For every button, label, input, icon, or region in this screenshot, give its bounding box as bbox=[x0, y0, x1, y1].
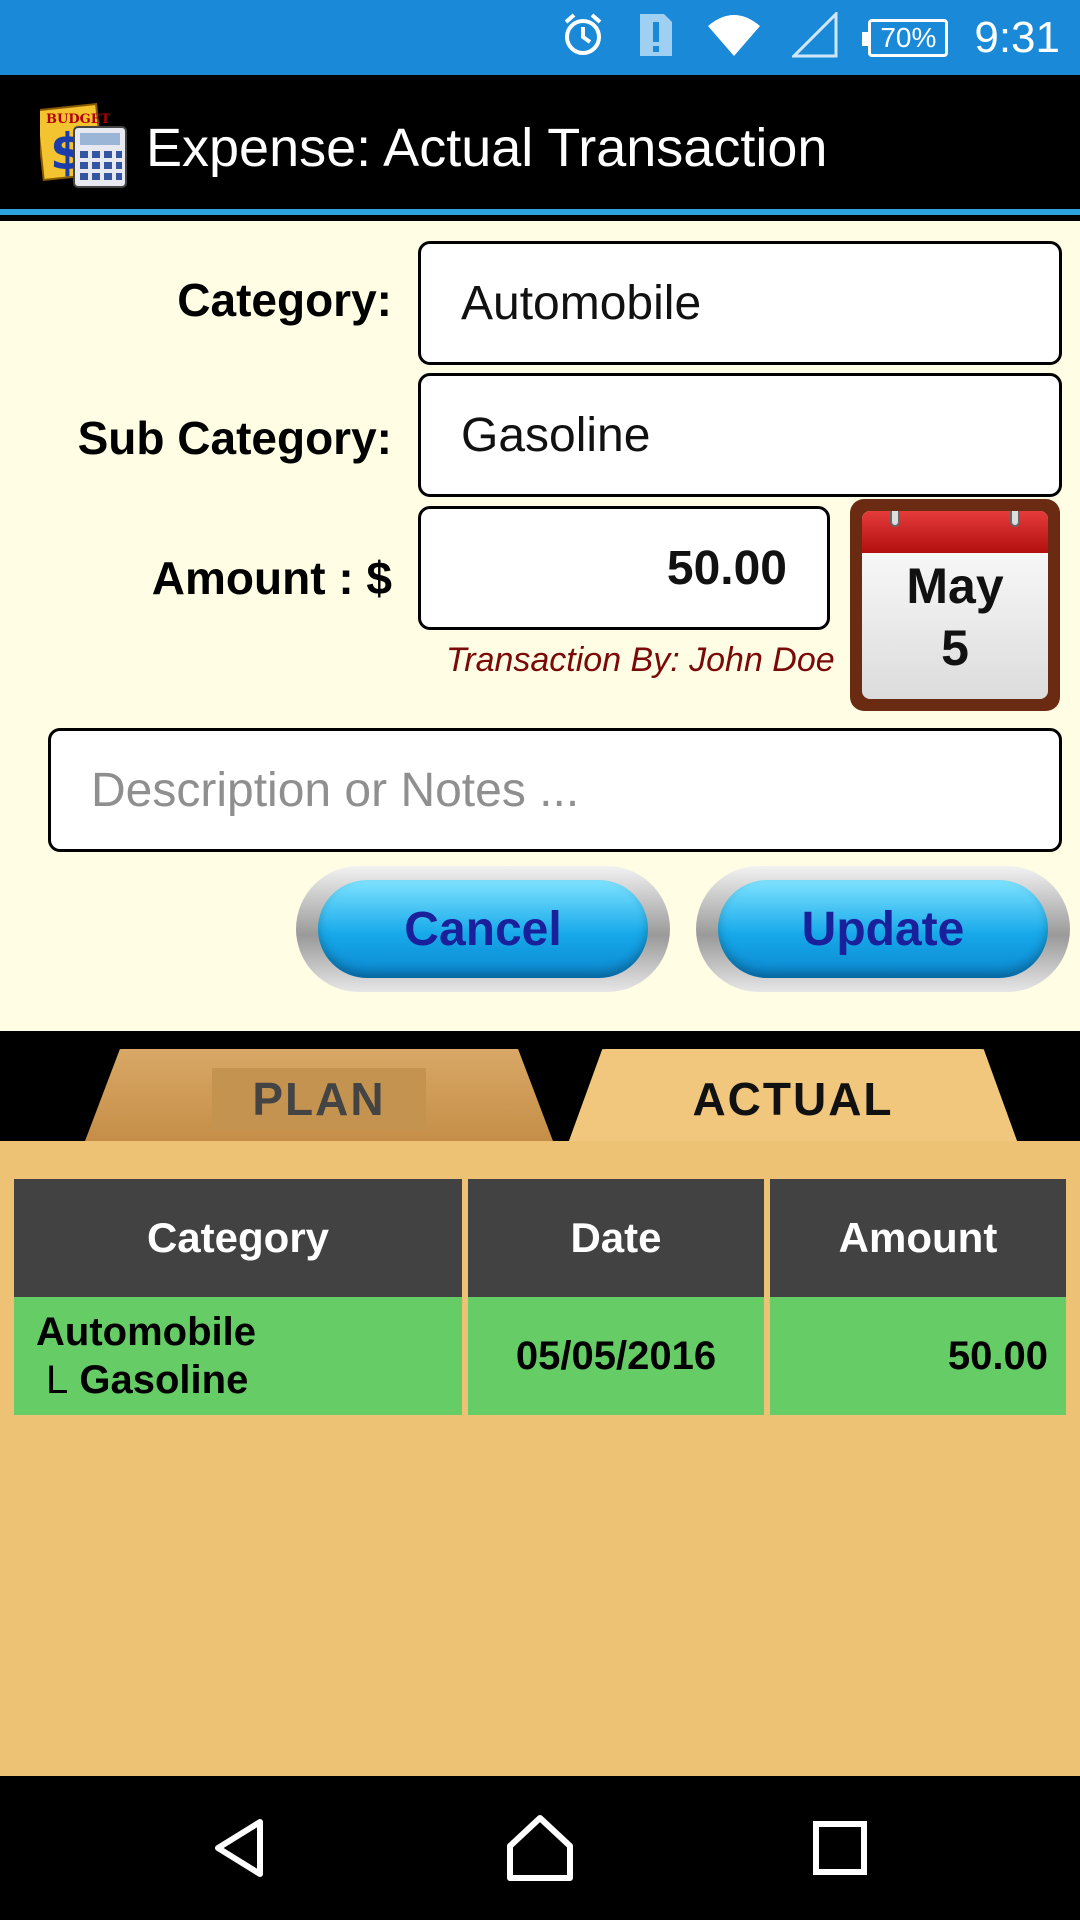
status-icons: 70% 9:31 bbox=[560, 0, 1060, 75]
category-field[interactable]: Automobile bbox=[418, 241, 1062, 365]
cancel-button-label: Cancel bbox=[318, 880, 648, 978]
column-header-amount[interactable]: Amount bbox=[770, 1179, 1066, 1297]
transaction-by-text: Transaction By: John Doe bbox=[446, 641, 835, 679]
budget-calculator-logo-icon: BUDGET $ bbox=[35, 102, 130, 189]
calendar-ring bbox=[890, 511, 900, 527]
table-row-category-cell[interactable]: Automobile L Gasoline bbox=[14, 1297, 462, 1415]
tab-strip: PLAN ACTUAL bbox=[0, 1031, 1080, 1149]
update-button[interactable]: Update bbox=[696, 866, 1070, 992]
update-button-label: Update bbox=[718, 880, 1048, 978]
row-subcategory-line: L Gasoline bbox=[36, 1356, 248, 1404]
tab-actual-label: ACTUAL bbox=[692, 1073, 894, 1125]
battery-icon: 70% bbox=[862, 18, 949, 57]
row-subcategory: Gasoline bbox=[79, 1358, 249, 1402]
app-bar: BUDGET $ Expense: Actual Transaction bbox=[0, 75, 1080, 215]
notification-alert-icon bbox=[636, 10, 676, 65]
subcategory-label: Sub Category: bbox=[77, 412, 392, 464]
table-row-date-cell[interactable]: 05/05/2016 bbox=[468, 1297, 764, 1415]
battery-percent: 70% bbox=[880, 21, 937, 53]
tab-plan[interactable]: PLAN bbox=[82, 1049, 556, 1149]
amount-value: 50.00 bbox=[666, 541, 787, 595]
tab-plan-label: PLAN bbox=[212, 1068, 426, 1130]
subcategory-value: Gasoline bbox=[461, 408, 651, 462]
wifi-icon bbox=[706, 12, 762, 63]
cancel-button[interactable]: Cancel bbox=[296, 866, 670, 992]
cell-signal-icon bbox=[790, 10, 838, 63]
system-nav-bar bbox=[0, 1776, 1080, 1920]
date-day: 5 bbox=[941, 620, 969, 676]
back-icon[interactable] bbox=[204, 1812, 276, 1884]
transaction-form: Category: Automobile Sub Category: Gasol… bbox=[0, 221, 1080, 1031]
recents-icon[interactable] bbox=[804, 1812, 876, 1884]
column-header-date[interactable]: Date bbox=[468, 1179, 764, 1297]
date-month: May bbox=[906, 558, 1004, 614]
clock-time: 9:31 bbox=[974, 12, 1060, 62]
row-category: Automobile bbox=[36, 1310, 256, 1354]
status-bar: 70% 9:31 bbox=[0, 0, 1080, 75]
notes-placeholder: Description or Notes ... bbox=[91, 763, 580, 817]
home-icon[interactable] bbox=[504, 1812, 576, 1884]
subcategory-field[interactable]: Gasoline bbox=[418, 373, 1062, 497]
calendar-ring bbox=[1010, 511, 1020, 527]
notes-field[interactable]: Description or Notes ... bbox=[48, 728, 1062, 852]
amount-field[interactable]: 50.00 bbox=[418, 506, 830, 630]
category-label: Category: bbox=[177, 274, 392, 326]
calendar-icon: May 5 bbox=[862, 511, 1048, 699]
column-header-category[interactable]: Category bbox=[14, 1179, 462, 1297]
subcategory-branch-icon: L bbox=[46, 1358, 69, 1402]
date-picker-button[interactable]: May 5 bbox=[850, 499, 1060, 711]
tab-actual[interactable]: ACTUAL bbox=[566, 1049, 1020, 1149]
page-title: Expense: Actual Transaction bbox=[146, 118, 828, 178]
alarm-icon bbox=[560, 12, 606, 63]
transactions-panel: Category Date Amount Automobile L Gasoli… bbox=[0, 1141, 1080, 1776]
category-value: Automobile bbox=[461, 276, 702, 330]
amount-label: Amount : $ bbox=[151, 552, 392, 604]
table-row-amount-cell[interactable]: 50.00 bbox=[770, 1297, 1066, 1415]
